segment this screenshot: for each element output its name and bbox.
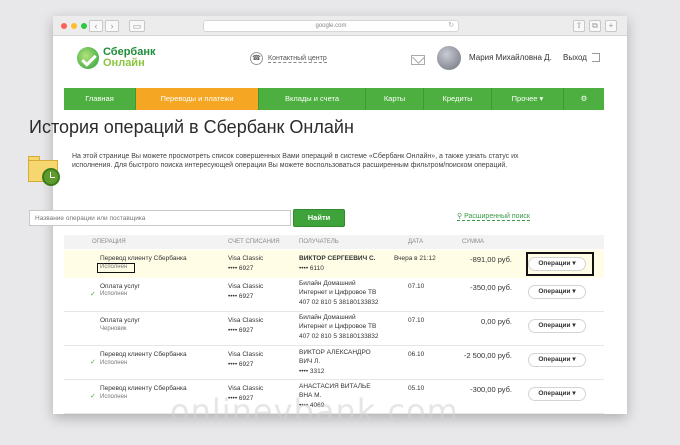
intro-text: На этой странице Вы можете просмотреть с… — [72, 153, 519, 169]
table-row[interactable]: Оплата услуг ✓ Исполнен Visa Classic •••… — [64, 278, 604, 312]
main-menu: Главная Переводы и платежи Вклады и счет… — [64, 88, 604, 110]
check-icon: ✓ — [90, 393, 96, 400]
advanced-search-label: Расширенный поиск — [464, 213, 530, 220]
share-icon[interactable]: ⇧ — [573, 20, 585, 32]
page-title: История операций в Сбербанк Онлайн — [29, 117, 354, 137]
search-input[interactable] — [29, 210, 291, 226]
row-amount: 0,00 руб. — [481, 317, 512, 326]
operations-button[interactable]: Операции ▾ — [528, 353, 586, 367]
row-recipient: ВИКТОР СЕРГЕЕВИЧ С. — [299, 255, 376, 262]
watermark: onlinevbank.com — [170, 392, 459, 430]
row-amount: -2 500,00 руб. — [463, 351, 512, 360]
contact-center[interactable]: ☎ Контактный центр — [250, 52, 327, 65]
operations-button[interactable]: Операции ▾ — [528, 257, 586, 271]
row-status: Исполнен — [100, 394, 128, 400]
back-icon[interactable]: ‹ — [89, 20, 103, 32]
sidebar-icon[interactable]: ▭ — [129, 20, 145, 32]
row-date: 07.10 — [408, 317, 425, 324]
row-operation[interactable]: Перевод клиенту Сбербанка — [100, 351, 187, 359]
row-date: 07.10 — [408, 283, 425, 290]
row-recipient: АНАСТАСИЯ ВИТАЛЬЕ — [299, 383, 371, 390]
menu-item-main[interactable]: Главная — [64, 88, 136, 110]
row-recipient-num: •••• 6110 — [299, 265, 324, 272]
settings-icon[interactable]: ⚙ — [564, 88, 604, 110]
row-status: Исполнен — [100, 264, 128, 270]
row-operation[interactable]: Оплата услуг — [100, 283, 140, 291]
row-date: 06.10 — [408, 351, 425, 358]
menu-item-credits[interactable]: Кредиты — [424, 88, 492, 110]
forward-icon[interactable]: › — [105, 20, 119, 32]
avatar[interactable] — [437, 46, 461, 70]
address-text: google.com — [315, 23, 347, 29]
address-bar[interactable]: google.com ↻ — [203, 20, 459, 32]
col-recipient: Получатель — [299, 239, 339, 245]
table-row[interactable]: Перевод клиенту Сбербанка ✓ Исполнен Vis… — [64, 346, 604, 380]
row-recipient-line2: Интернет и Цифровое ТВ — [299, 289, 377, 296]
table-row[interactable]: Оплата услуг Черновик Visa Classic •••• … — [64, 312, 604, 346]
col-operation: Операция — [92, 239, 126, 245]
row-date: Вчера в 21:12 — [394, 255, 436, 262]
row-account-num: •••• 6927 — [228, 293, 254, 300]
table-header: Операция Счет списания Получатель Дата С… — [64, 235, 604, 249]
user-name[interactable]: Мария Михайловна Д. — [469, 53, 552, 62]
col-account: Счет списания — [228, 239, 280, 245]
minimize-dot[interactable] — [71, 23, 77, 29]
menu-item-deposits[interactable]: Вклады и счета — [259, 88, 366, 110]
col-date: Дата — [408, 239, 424, 245]
mail-icon[interactable] — [411, 55, 425, 65]
logo-line2: Онлайн — [103, 57, 145, 69]
row-status: Черновик — [100, 326, 127, 332]
row-amount: -350,00 руб. — [470, 283, 512, 292]
row-amount: -300,00 руб. — [470, 385, 512, 394]
logo-mark-icon — [77, 47, 99, 69]
reload-icon[interactable]: ↻ — [448, 21, 454, 31]
logout-icon — [591, 53, 600, 62]
row-recipient-num: 407 02 810 5 38180133832 — [299, 333, 379, 340]
row-account: Visa Classic — [228, 255, 264, 262]
row-account-num: •••• 6927 — [228, 265, 254, 272]
phone-icon: ☎ — [250, 52, 263, 65]
new-tab-icon[interactable]: + — [605, 20, 617, 32]
history-folder-icon — [28, 152, 64, 188]
contact-label: Контактный центр — [268, 54, 327, 63]
site-header: Сбербанк Онлайн ☎ Контактный центр Мария… — [53, 36, 627, 91]
logout-link[interactable]: Выход — [563, 53, 600, 62]
row-recipient: Билайн Домашний — [299, 280, 356, 287]
row-recipient: Билайн Домашний — [299, 314, 356, 321]
menu-item-cards[interactable]: Карты — [366, 88, 424, 110]
check-icon: ✓ — [90, 359, 96, 366]
row-account: Visa Classic — [228, 317, 264, 324]
row-recipient-line2: ВИЧ Л. — [299, 358, 321, 365]
menu-item-transfers[interactable]: Переводы и платежи — [136, 88, 259, 110]
check-icon: ✓ — [90, 291, 96, 298]
col-amount: Сумма — [462, 239, 484, 245]
row-account: Visa Classic — [228, 283, 264, 290]
row-account-num: •••• 6927 — [228, 327, 254, 334]
advanced-search-link[interactable]: ⚲ Расширенный поиск — [457, 212, 530, 221]
maximize-dot[interactable] — [81, 23, 87, 29]
row-status: Исполнен — [100, 291, 128, 297]
row-recipient: ВИКТОР АЛЕКСАНДРО — [299, 349, 371, 356]
row-account-num: •••• 6927 — [228, 361, 254, 368]
row-amount: -891,00 руб. — [470, 255, 512, 264]
row-operation[interactable]: Перевод клиенту Сбербанка — [100, 255, 187, 263]
logout-label: Выход — [563, 53, 587, 62]
row-account: Visa Classic — [228, 351, 264, 358]
row-status: Исполнен — [100, 360, 128, 366]
row-recipient-line2: Интернет и Цифровое ТВ — [299, 323, 377, 330]
browser-chrome: ‹ › ▭ google.com ↻ ⇧ ⧉ + — [53, 16, 627, 36]
row-recipient-num: 407 02 810 5 38180133832 — [299, 299, 379, 306]
tabs-icon[interactable]: ⧉ — [589, 20, 601, 32]
row-operation[interactable]: Оплата услуг — [100, 317, 140, 325]
row-recipient-num: •••• 3312 — [299, 368, 325, 375]
find-button[interactable]: Найти — [293, 209, 345, 227]
operations-button[interactable]: Операции ▾ — [528, 319, 586, 333]
sberbank-logo[interactable]: Сбербанк Онлайн — [77, 47, 156, 69]
operations-button[interactable]: Операции ▾ — [528, 285, 586, 299]
close-dot[interactable] — [61, 23, 67, 29]
menu-item-other[interactable]: Прочее ▾ — [492, 88, 564, 110]
operations-button[interactable]: Операции ▾ — [528, 387, 586, 401]
